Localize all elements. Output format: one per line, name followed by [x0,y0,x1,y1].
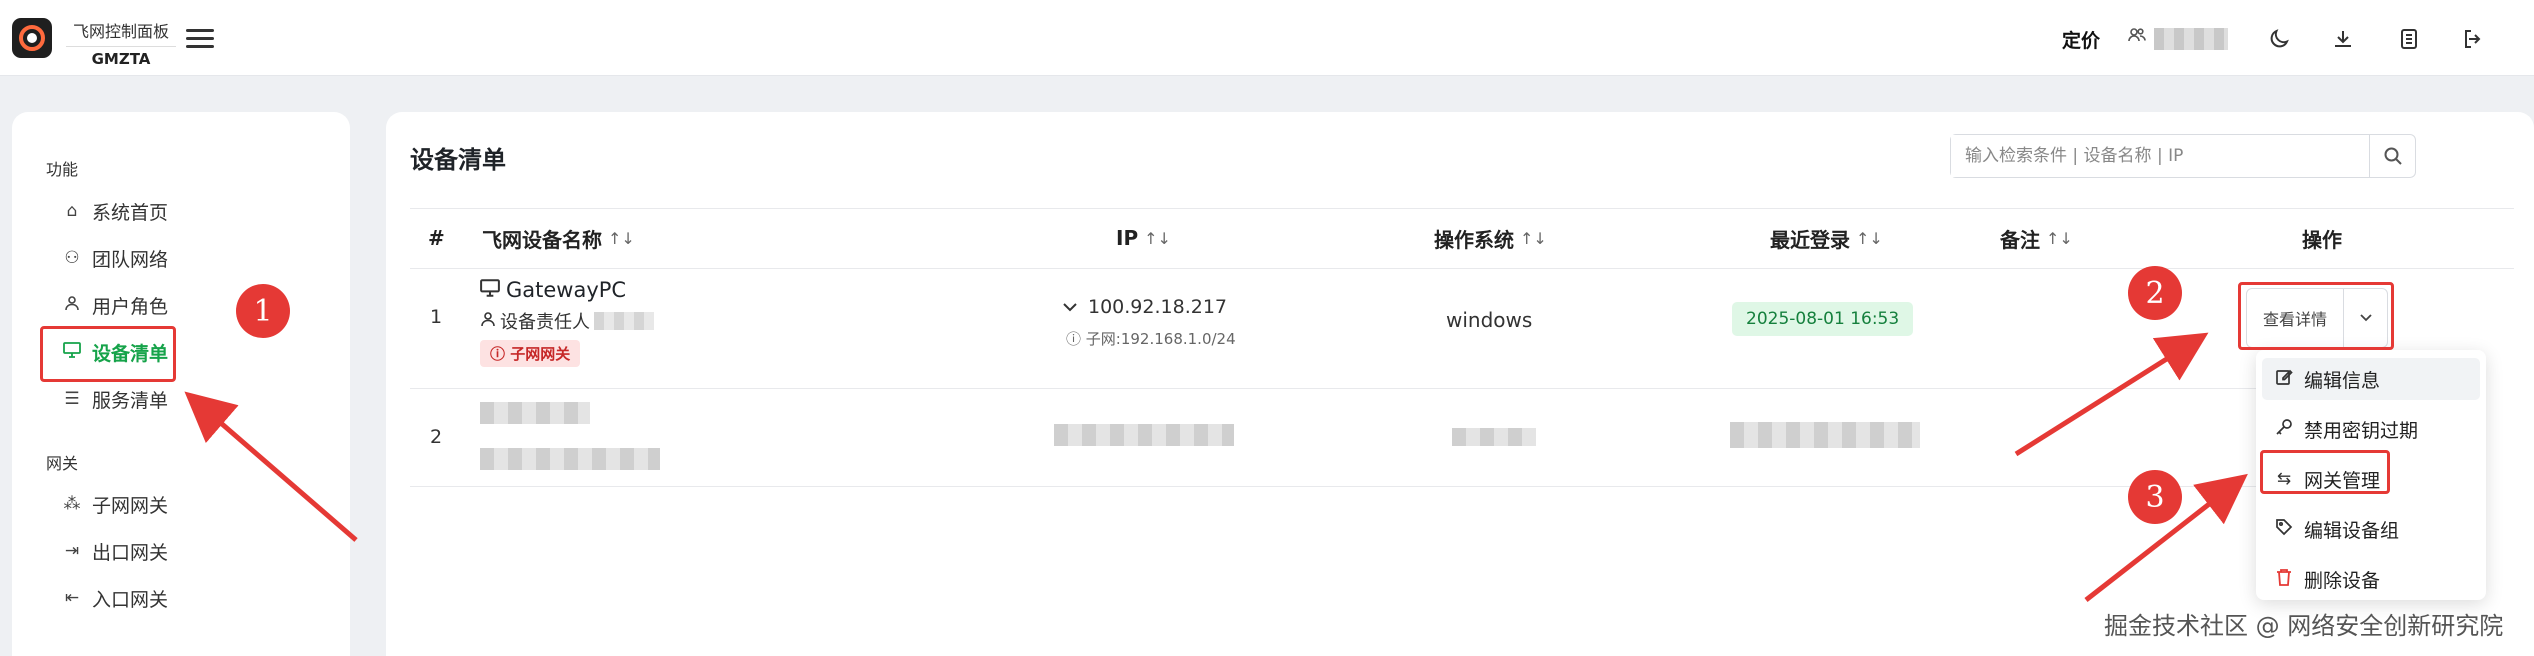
database-icon: ☰ [64,389,80,409]
page-title: 设备清单 [410,146,506,174]
sort-icon[interactable]: ↑↓ [608,229,635,248]
tag-icon [2274,518,2294,541]
sidebar-item-exit-gateway[interactable]: ⇥ 出口网关 [62,532,168,570]
user-icon [62,295,82,316]
watermark: 掘金技术社区 @ 网络安全创新研究院 [2104,612,2504,640]
users-icon[interactable] [2128,26,2146,49]
column-header-index: # [428,226,445,250]
ip-address: 100.92.18.217 [1088,296,1228,318]
brand: 飞网控制面板 GMZTA [66,18,176,68]
owner-label: 设备责任人 [500,312,590,333]
os-redacted [1452,428,1536,446]
user-icon [480,311,496,332]
subnet-range: 子网:192.168.1.0/24 [1085,330,1236,348]
sidebar-item-label: 系统首页 [92,201,169,224]
menu-item-edit-device-group[interactable]: 编辑设备组 [2262,508,2480,550]
exit-icon: ⇥ [64,541,80,561]
sort-icon[interactable]: ↑↓ [1856,229,1883,248]
app-logo[interactable] [12,18,52,58]
sidebar: 功能 ⌂ 系统首页 ⚇ 团队网络 用户角色 设备清单 ☰ 服务清单 网关 ⁂ 子网网关 … [12,112,350,656]
sidebar-item-label: 子网网关 [92,494,169,517]
subnet-icon: ⁂ [63,494,81,514]
dark-mode-icon[interactable] [2264,24,2294,54]
menu-item-label: 禁用密钥过期 [2304,419,2419,442]
annotation-marker-2: 2 [2128,266,2182,320]
sidebar-item-label: 服务清单 [92,389,169,412]
device-list-panel: 设备清单 # 飞网设备名称↑↓ IP↑↓ 操作系统↑↓ 最近登录↑↓ 备注↑↓ … [386,112,2534,656]
sidebar-item-label: 入口网关 [92,588,169,611]
row-index: 1 [430,306,443,328]
annotation-marker-3: 3 [2128,470,2182,524]
column-header-device-name[interactable]: 飞网设备名称 ↑↓ [482,208,635,268]
sidebar-item-user-roles[interactable]: 用户角色 [62,286,168,324]
search-icon[interactable] [2369,135,2415,177]
brand-title: 飞网控制面板 [72,22,169,41]
sidebar-item-subnet-gateway[interactable]: ⁂ 子网网关 [62,485,169,523]
owner-redacted [480,448,660,470]
column-header-ip[interactable]: IP ↑↓ [1116,208,1171,268]
ip-redacted [1054,424,1234,446]
sidebar-item-home[interactable]: ⌂ 系统首页 [62,192,168,230]
username-redacted[interactable] [2154,28,2228,50]
menu-toggle-icon[interactable] [186,24,214,52]
top-header: 飞网控制面板 GMZTA 定价 [0,0,2534,76]
device-name-cell: GatewayPC 设备责任人 ⓘ 子网网关 [480,270,800,367]
column-header-actions: 操作 [2302,227,2342,252]
search-input[interactable] [1951,135,2369,177]
row-divider [410,486,2346,487]
search-box [1950,134,2416,178]
sidebar-item-label: 用户角色 [92,295,169,318]
menu-item-label: 编辑设备组 [2304,519,2400,542]
device-name-redacted [480,402,590,424]
sidebar-item-label: 团队网络 [92,248,169,271]
row-index: 2 [430,426,443,448]
highlight-device-list [40,326,176,382]
entry-icon: ⇤ [64,588,80,608]
row-divider [410,388,2346,389]
network-icon: ⚇ [64,248,80,268]
trash-icon [2274,568,2294,591]
chevron-down-icon[interactable] [1062,296,1078,318]
column-header-notes[interactable]: 备注 ↑↓ [2000,208,2073,268]
menu-item-edit-info[interactable]: 编辑信息 [2262,358,2480,400]
highlight-gateway-management [2260,450,2390,494]
device-name-link[interactable]: GatewayPC [506,278,626,302]
sort-icon[interactable]: ↑↓ [2046,229,2073,248]
pricing-link[interactable]: 定价 [2062,26,2100,53]
logout-icon[interactable] [2458,24,2488,54]
monitor-icon [480,278,500,302]
sidebar-item-team-network[interactable]: ⚇ 团队网络 [62,239,168,277]
key-icon [2274,418,2294,441]
highlight-action-button [2238,282,2394,350]
menu-item-label: 编辑信息 [2304,369,2381,392]
ip-cell: 100.92.18.217 ⓘ 子网:192.168.1.0/24 [1062,296,1322,349]
last-login-cell: 2025-08-01 16:53 [1732,302,1914,336]
sidebar-section-features: 功能 [46,160,79,179]
column-header-last-login[interactable]: 最近登录 ↑↓ [1770,208,1883,268]
sidebar-item-label: 出口网关 [92,541,169,564]
last-login-badge: 2025-08-01 16:53 [1732,302,1914,336]
sort-icon[interactable]: ↑↓ [1520,229,1547,248]
brand-org: GMZTA [66,46,176,68]
sidebar-item-service-list[interactable]: ☰ 服务清单 [62,380,168,418]
table-header-divider [410,268,2514,269]
annotation-marker-1: 1 [236,284,290,338]
subnet-gateway-badge: ⓘ 子网网关 [480,340,581,367]
sort-icon[interactable]: ↑↓ [1144,229,1171,248]
column-header-os[interactable]: 操作系统 ↑↓ [1434,208,1547,268]
menu-item-disable-key-expiry[interactable]: 禁用密钥过期 [2262,408,2480,450]
document-icon[interactable] [2394,24,2424,54]
last-login-redacted [1730,422,1920,448]
os-value: windows [1446,308,1533,332]
download-icon[interactable] [2328,24,2358,54]
home-icon: ⌂ [66,201,78,221]
owner-redacted [594,312,654,330]
info-icon: ⓘ [1066,330,1086,348]
sidebar-item-entry-gateway[interactable]: ⇤ 入口网关 [62,579,168,617]
edit-icon [2274,368,2294,391]
sidebar-section-gateways: 网关 [46,454,79,473]
menu-item-label: 删除设备 [2304,569,2381,592]
menu-item-delete-device[interactable]: 删除设备 [2262,558,2480,600]
